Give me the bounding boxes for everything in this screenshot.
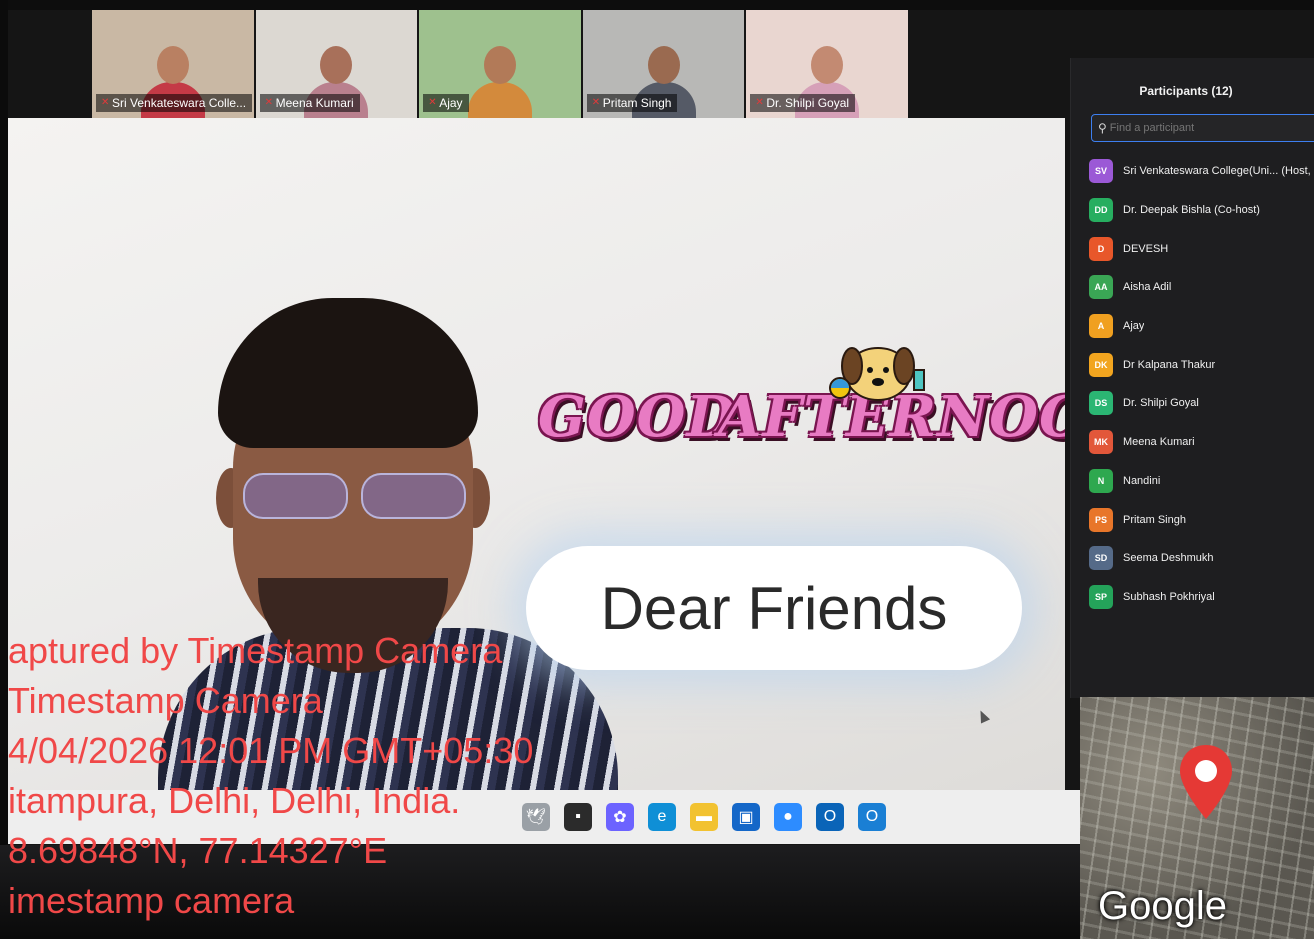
- store-icon[interactable]: ▣: [732, 803, 760, 831]
- outlook-new-icon[interactable]: O: [858, 803, 886, 831]
- participant-row[interactable]: DD Dr. Deepak Bishla (Co-host): [1089, 191, 1314, 230]
- greeting-word-good: GOOD: [538, 384, 736, 450]
- participant-avatar: D: [1089, 236, 1113, 261]
- participant-name: Pritam Singh: [1123, 513, 1186, 526]
- participant-search[interactable]: ⚲: [1091, 114, 1314, 142]
- zoom-icon[interactable]: ●: [774, 803, 802, 831]
- good-afternoon-sticker: GOOD AFTERNOON: [528, 338, 1065, 478]
- mouse-cursor-icon: [975, 708, 991, 724]
- speaker-glasses: [243, 473, 468, 523]
- participant-head: [647, 46, 680, 84]
- participant-avatar: A: [1089, 314, 1113, 339]
- bird-app-icon[interactable]: 🕊: [522, 803, 550, 831]
- participant-avatar: SV: [1089, 159, 1113, 184]
- dog-sticker-icon: [829, 347, 925, 401]
- video-tile-name: Meena Kumari ✕: [259, 94, 360, 112]
- participants-title: Participants (12): [1139, 84, 1233, 98]
- participant-name: Sri Venkateswara College(Uni... (Host, m: [1123, 165, 1314, 178]
- google-logo: Google: [1098, 884, 1227, 928]
- participant-row[interactable]: DS Dr. Shilpi Goyal: [1089, 384, 1314, 423]
- participant-name: Seema Deshmukh: [1123, 552, 1214, 565]
- participant-name: Dr. Shilpi Goyal: [1123, 397, 1199, 410]
- folder-icon[interactable]: ▬: [690, 803, 718, 831]
- monitor-bezel-left: [0, 0, 8, 939]
- participant-head: [483, 46, 516, 84]
- taskbar-icons: 🕊 ▪ ✿ e ▬ ▣ ● O O: [522, 803, 886, 831]
- participant-head: [156, 46, 189, 84]
- participant-avatar: DK: [1089, 352, 1113, 377]
- participant-search-input[interactable]: [1109, 122, 1290, 134]
- active-speaker-view[interactable]: GOOD AFTERNOON Dear Friends: [8, 118, 1065, 790]
- participant-name: Dr Kalpana Thakur: [1123, 358, 1216, 371]
- participant-name: Subhash Pokhriyal: [1123, 590, 1215, 603]
- video-tile-name: Dr. Shilpi Goyal ✕: [750, 94, 856, 112]
- mic-muted-icon: ✕: [428, 97, 437, 108]
- participant-avatar: DD: [1089, 198, 1113, 223]
- participant-row[interactable]: SV Sri Venkateswara College(Uni... (Host,…: [1089, 152, 1314, 191]
- participant-name: Meena Kumari: [1123, 436, 1195, 449]
- participant-head: [320, 46, 353, 84]
- participant-name: Dr. Deepak Bishla (Co-host): [1123, 204, 1260, 217]
- participant-list: SV Sri Venkateswara College(Uni... (Host,…: [1089, 152, 1314, 616]
- participant-name: DEVESH: [1123, 242, 1169, 255]
- participant-row[interactable]: SP Subhash Pokhriyal: [1089, 578, 1314, 617]
- participants-panel: Participants (12) ⚲ SV Sri Venkateswara C…: [1070, 58, 1314, 698]
- participant-row[interactable]: N Nandini: [1089, 462, 1314, 501]
- participant-row[interactable]: MK Meena Kumari: [1089, 423, 1314, 462]
- mic-muted-icon: ✕: [101, 97, 110, 108]
- participant-row[interactable]: DK Dr Kalpana Thakur: [1089, 345, 1314, 384]
- participant-name: Ajay: [1123, 320, 1145, 333]
- edge-icon[interactable]: e: [648, 803, 676, 831]
- video-tile[interactable]: Sri Venkateswara Colle... ✕: [92, 10, 254, 118]
- participant-avatar: N: [1089, 468, 1113, 493]
- mic-muted-icon: ✕: [591, 97, 601, 108]
- terminal-icon[interactable]: ▪: [564, 803, 592, 831]
- participant-avatar: MK: [1089, 430, 1113, 455]
- participant-row[interactable]: A Ajay: [1089, 307, 1314, 346]
- speech-bubble: Dear Friends: [526, 546, 1022, 670]
- participant-row[interactable]: PS Pritam Singh: [1089, 500, 1314, 539]
- video-tile-name: Sri Venkateswara Colle... ✕: [96, 94, 253, 112]
- video-tile[interactable]: Meena Kumari ✕: [255, 10, 418, 118]
- participant-row[interactable]: D DEVESH: [1089, 229, 1314, 268]
- video-gallery-strip: Sri Venkateswara Colle... ✕ Meena Kumari ✕ A…: [92, 10, 908, 118]
- video-tile[interactable]: Pritam Singh ✕: [582, 10, 745, 118]
- search-icon: ⚲: [1098, 121, 1107, 135]
- video-tile-name: Pritam Singh ✕: [586, 94, 678, 112]
- participant-head: [811, 46, 844, 84]
- participant-avatar: AA: [1089, 275, 1113, 300]
- participant-row[interactable]: AA Aisha Adil: [1089, 268, 1314, 307]
- participant-avatar: DS: [1089, 391, 1113, 416]
- windows-taskbar: 🕊 ▪ ✿ e ▬ ▣ ● O O: [8, 790, 1080, 844]
- participant-name: Aisha Adil: [1123, 281, 1172, 294]
- participant-video: [467, 38, 532, 118]
- monitor-bezel-top: [0, 0, 1314, 10]
- speaker-hair: [218, 298, 478, 448]
- participant-name: Nandini: [1123, 474, 1161, 487]
- mic-muted-icon: ✕: [755, 97, 764, 108]
- participant-avatar: SD: [1089, 546, 1113, 571]
- participant-body: [467, 82, 532, 118]
- speech-bubble-text: Dear Friends: [600, 574, 948, 642]
- video-tile[interactable]: Ajay ✕: [419, 10, 581, 118]
- copilot-icon[interactable]: ✿: [606, 803, 634, 831]
- location-map-thumbnail: Google: [1080, 697, 1314, 939]
- video-tile[interactable]: Dr. Shilpi Goyal ✕: [746, 10, 908, 118]
- video-tile-name: Ajay ✕: [423, 94, 469, 112]
- monitor-bezel-bottom: [0, 845, 1080, 939]
- map-pin-icon: [1180, 745, 1232, 819]
- participant-avatar: PS: [1089, 507, 1113, 532]
- outlook-icon[interactable]: O: [816, 803, 844, 831]
- participant-row[interactable]: SD Seema Deshmukh: [1089, 539, 1314, 578]
- participant-avatar: SP: [1089, 584, 1113, 609]
- mic-muted-icon: ✕: [264, 97, 273, 108]
